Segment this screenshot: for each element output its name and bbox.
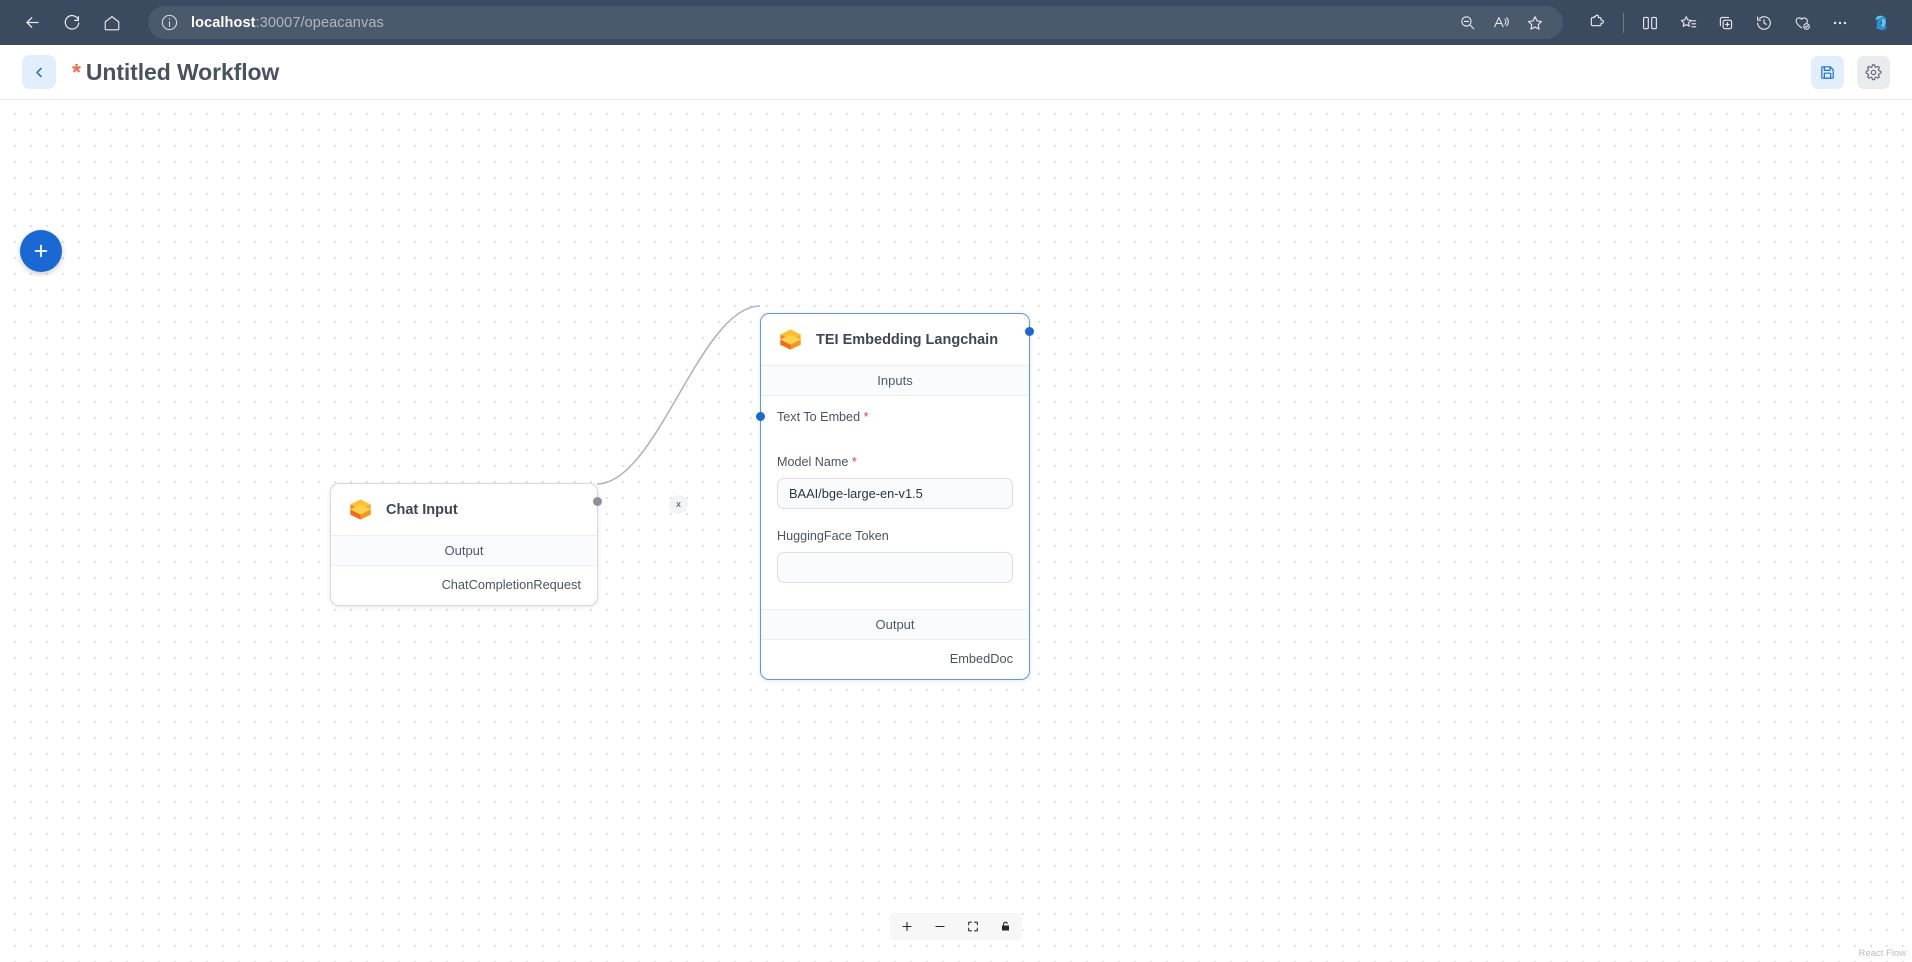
input-label-text-to-embed: Text To Embed *: [777, 410, 1013, 424]
output-port-row[interactable]: EmbedDoc: [761, 327, 1034, 679]
zoom-in-button[interactable]: [897, 917, 917, 937]
react-flow-attribution[interactable]: React Flow: [1858, 948, 1906, 959]
browser-chrome: localhost:30007/opeacanvas: [0, 0, 1912, 45]
required-marker: *: [863, 410, 869, 424]
label-text: Text To Embed: [777, 410, 861, 424]
node-title: Chat Input: [386, 501, 458, 518]
input-handle-text-to-embed[interactable]: [756, 412, 765, 421]
output-port-row[interactable]: ChatCompletionRequest: [331, 497, 602, 605]
package-icon: [777, 326, 804, 353]
unsaved-changes-marker: *: [72, 58, 81, 85]
back-to-workflows-button[interactable]: [22, 55, 56, 89]
lock-interactivity-button[interactable]: [996, 917, 1016, 937]
workflow-title-text: Untitled Workflow: [85, 58, 280, 85]
output-port-label: ChatCompletionRequest: [441, 577, 581, 592]
save-workflow-button[interactable]: [1811, 55, 1844, 89]
browser-back-button[interactable]: [14, 7, 50, 39]
url-text: localhost:30007/opeacanvas: [191, 15, 384, 31]
node-tei-embedding-langchain[interactable]: TEI Embedding Langchain Inputs Text To E…: [756, 313, 1034, 680]
find-on-page-icon[interactable]: [1451, 8, 1483, 38]
browser-essentials-icon[interactable]: [1708, 7, 1744, 39]
output-section-label: Output: [761, 609, 1029, 640]
input-row-model-name: Model Name * BAAI/bge-large-en-v1.5: [777, 455, 1013, 509]
workflow-settings-button[interactable]: [1857, 55, 1890, 89]
node-chat-input[interactable]: Chat Input Output ChatCompletionRequest: [330, 483, 602, 606]
label-text: HuggingFace Token: [777, 529, 889, 543]
split-screen-icon[interactable]: [1632, 7, 1668, 39]
workflow-canvas[interactable]: x Chat Input Output ChatCompletionReques…: [0, 100, 1912, 962]
favorites-list-icon[interactable]: [1670, 7, 1706, 39]
node-header: TEI Embedding Langchain: [761, 314, 1029, 366]
favorite-star-icon[interactable]: [1519, 8, 1551, 38]
huggingface-token-input[interactable]: [777, 552, 1013, 583]
history-icon[interactable]: [1746, 7, 1782, 39]
url-path: :30007/opeacanvas: [255, 14, 384, 31]
model-name-input[interactable]: BAAI/bge-large-en-v1.5: [777, 478, 1013, 509]
input-row-huggingface-token: HuggingFace Token: [777, 529, 1013, 583]
output-section-label: Output: [331, 536, 597, 566]
app-header: * Untitled Workflow: [0, 45, 1912, 100]
read-aloud-icon[interactable]: [1485, 8, 1517, 38]
node-header: Chat Input: [331, 484, 597, 536]
package-icon: [347, 496, 374, 523]
favorites-verified-icon[interactable]: [1784, 7, 1820, 39]
zoom-out-button[interactable]: [930, 917, 950, 937]
add-node-button[interactable]: [20, 230, 62, 272]
node-title: TEI Embedding Langchain: [816, 331, 999, 348]
copilot-icon[interactable]: [1864, 7, 1898, 39]
chrome-divider: [1623, 12, 1624, 33]
edge-chat-input-to-tei: [596, 305, 761, 485]
inputs-section-label: Inputs: [761, 366, 1029, 396]
node-inputs-body: Text To Embed * Model Name * BAAI/bge-la…: [756, 396, 1029, 609]
zoom-controls: [889, 913, 1023, 940]
output-handle-embeddoc[interactable]: [1025, 327, 1034, 336]
settings-and-more-icon[interactable]: [1822, 7, 1858, 39]
input-row-text-to-embed[interactable]: Text To Embed *: [756, 410, 1013, 455]
fit-view-button[interactable]: [963, 917, 983, 937]
row-spacer: [777, 433, 1013, 455]
address-bar[interactable]: localhost:30007/opeacanvas: [148, 6, 1563, 39]
browser-refresh-button[interactable]: [54, 7, 90, 39]
page-title: * Untitled Workflow: [72, 59, 279, 86]
input-label-huggingface-token: HuggingFace Token: [777, 529, 1013, 543]
edge-delete-button[interactable]: x: [669, 495, 688, 514]
output-handle[interactable]: [593, 497, 602, 506]
input-label-model-name: Model Name *: [777, 455, 1013, 469]
output-port-label: EmbedDoc: [949, 651, 1013, 666]
browser-home-button[interactable]: [94, 7, 130, 39]
url-host: localhost: [191, 14, 256, 31]
extensions-icon[interactable]: [1579, 7, 1615, 39]
label-text: Model Name: [777, 455, 849, 469]
required-marker: *: [851, 455, 857, 469]
site-info-icon[interactable]: [160, 13, 179, 32]
